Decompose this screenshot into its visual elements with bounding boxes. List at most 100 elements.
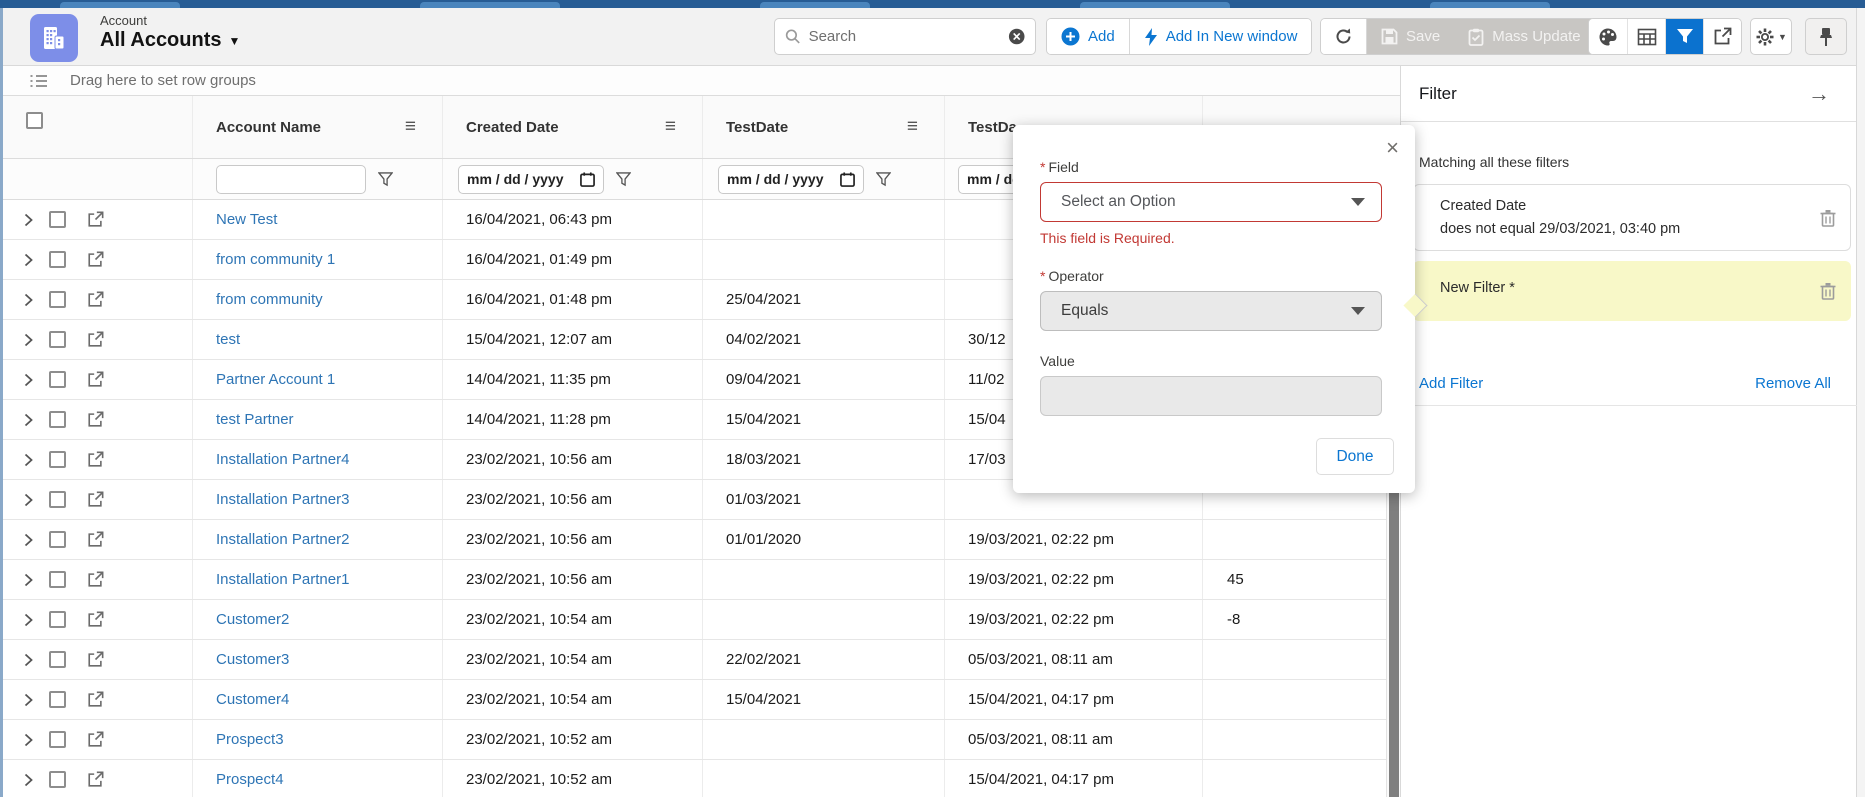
open-record-icon[interactable]	[87, 371, 104, 388]
expand-row-icon[interactable]	[24, 613, 33, 627]
columns-button[interactable]	[1627, 19, 1665, 54]
add-filter-link[interactable]: Add Filter	[1419, 375, 1483, 392]
open-record-icon[interactable]	[87, 211, 104, 228]
view-selector[interactable]: All Accounts ▼	[100, 29, 240, 52]
open-record-icon[interactable]	[87, 571, 104, 588]
add-in-new-window-button[interactable]: Add In New window	[1129, 19, 1312, 54]
calendar-icon[interactable]	[580, 172, 595, 187]
open-record-icon[interactable]	[87, 531, 104, 548]
remove-all-link[interactable]: Remove All	[1755, 375, 1831, 392]
column-header-created-date[interactable]: Created Date ≡	[443, 96, 703, 158]
row-checkbox[interactable]	[49, 371, 66, 388]
row-checkbox[interactable]	[49, 491, 66, 508]
open-record-icon[interactable]	[87, 331, 104, 348]
testdate-filter-input[interactable]: mm / dd / yyyy	[718, 165, 864, 194]
column-menu-icon[interactable]: ≡	[665, 116, 676, 138]
row-checkbox[interactable]	[49, 251, 66, 268]
expand-row-icon[interactable]	[24, 253, 33, 267]
account-name-link[interactable]: Installation Partner3	[216, 491, 349, 508]
row-checkbox[interactable]	[49, 291, 66, 308]
expand-row-icon[interactable]	[24, 333, 33, 347]
column-header-account-name[interactable]: Account Name ≡	[193, 96, 443, 158]
open-record-icon[interactable]	[87, 411, 104, 428]
expand-row-icon[interactable]	[24, 573, 33, 587]
settings-button[interactable]: ▼	[1750, 18, 1792, 55]
expand-row-icon[interactable]	[24, 373, 33, 387]
search-input[interactable]	[809, 28, 1008, 45]
clear-search-icon[interactable]	[1008, 27, 1025, 46]
done-button[interactable]: Done	[1316, 438, 1394, 475]
calendar-icon[interactable]	[840, 172, 855, 187]
expand-row-icon[interactable]	[24, 413, 33, 427]
funnel-icon[interactable]	[616, 172, 631, 187]
save-button[interactable]: Save	[1366, 19, 1454, 54]
row-checkbox[interactable]	[49, 411, 66, 428]
account-name-link[interactable]: Installation Partner4	[216, 451, 349, 468]
open-in-new-tab-button[interactable]	[1703, 19, 1741, 54]
account-name-link[interactable]: Installation Partner2	[216, 531, 349, 548]
account-name-link[interactable]: Customer2	[216, 611, 289, 628]
account-name-link[interactable]: Prospect3	[216, 731, 284, 748]
row-checkbox[interactable]	[49, 771, 66, 788]
open-record-icon[interactable]	[87, 771, 104, 788]
account-name-link[interactable]: from community 1	[216, 251, 335, 268]
browser-scrollbar[interactable]	[1856, 8, 1865, 797]
row-checkbox[interactable]	[49, 211, 66, 228]
value-input[interactable]	[1040, 376, 1382, 416]
expand-row-icon[interactable]	[24, 653, 33, 667]
open-record-icon[interactable]	[87, 731, 104, 748]
open-record-icon[interactable]	[87, 611, 104, 628]
expand-row-icon[interactable]	[24, 493, 33, 507]
collapse-panel-icon[interactable]: →	[1808, 81, 1830, 107]
expand-row-icon[interactable]	[24, 733, 33, 747]
filter-chip-editing[interactable]: New Filter *	[1413, 261, 1851, 321]
open-record-icon[interactable]	[87, 491, 104, 508]
pin-button[interactable]	[1805, 18, 1847, 55]
operator-select[interactable]: Equals	[1040, 291, 1382, 331]
open-record-icon[interactable]	[87, 651, 104, 668]
field-select[interactable]: Select an Option	[1040, 182, 1382, 222]
refresh-button[interactable]	[1321, 19, 1366, 54]
row-checkbox[interactable]	[49, 451, 66, 468]
column-menu-icon[interactable]: ≡	[907, 116, 918, 138]
row-checkbox[interactable]	[49, 651, 66, 668]
filter-chip[interactable]: Created Datedoes not equal 29/03/2021, 0…	[1413, 184, 1851, 251]
funnel-icon[interactable]	[876, 172, 891, 187]
trash-icon[interactable]	[1820, 209, 1836, 227]
account-name-link[interactable]: Installation Partner1	[216, 571, 349, 588]
row-checkbox[interactable]	[49, 571, 66, 588]
account-name-link[interactable]: test Partner	[216, 411, 294, 428]
account-name-link[interactable]: New Test	[216, 211, 277, 228]
expand-row-icon[interactable]	[24, 693, 33, 707]
row-checkbox[interactable]	[49, 611, 66, 628]
expand-row-icon[interactable]	[24, 213, 33, 227]
expand-row-icon[interactable]	[24, 453, 33, 467]
mass-update-button[interactable]: Mass Update	[1454, 19, 1594, 54]
expand-row-icon[interactable]	[24, 533, 33, 547]
account-name-link[interactable]: from community	[216, 291, 323, 308]
open-record-icon[interactable]	[87, 451, 104, 468]
account-name-link[interactable]: Partner Account 1	[216, 371, 335, 388]
trash-icon[interactable]	[1820, 282, 1836, 300]
created-date-filter-input[interactable]: mm / dd / yyyy	[458, 165, 604, 194]
row-checkbox[interactable]	[49, 331, 66, 348]
open-record-icon[interactable]	[87, 691, 104, 708]
expand-row-icon[interactable]	[24, 773, 33, 787]
row-checkbox[interactable]	[49, 531, 66, 548]
column-menu-icon[interactable]: ≡	[405, 116, 416, 138]
account-name-link[interactable]: Prospect4	[216, 771, 284, 788]
expand-row-icon[interactable]	[24, 293, 33, 307]
funnel-icon[interactable]	[378, 172, 393, 187]
select-all-checkbox[interactable]	[26, 112, 43, 129]
open-record-icon[interactable]	[87, 291, 104, 308]
column-header-testdate[interactable]: TestDate ≡	[703, 96, 945, 158]
filter-toggle-button[interactable]	[1665, 19, 1703, 54]
account-name-link[interactable]: Customer4	[216, 691, 289, 708]
account-name-link[interactable]: test	[216, 331, 240, 348]
open-record-icon[interactable]	[87, 251, 104, 268]
account-name-filter-input[interactable]	[216, 165, 366, 194]
row-group-dropzone[interactable]: Drag here to set row groups	[3, 66, 1400, 96]
close-icon[interactable]: ×	[1386, 137, 1399, 159]
row-checkbox[interactable]	[49, 731, 66, 748]
account-name-link[interactable]: Customer3	[216, 651, 289, 668]
